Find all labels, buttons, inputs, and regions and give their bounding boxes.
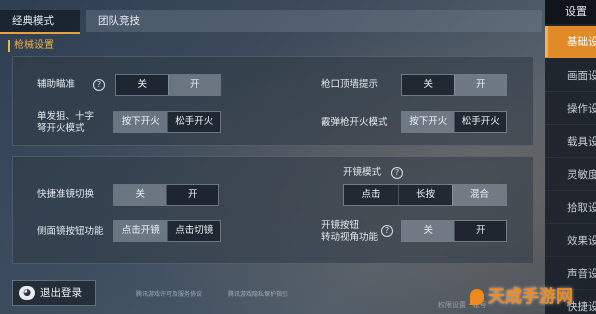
scope-mode-selector[interactable]: 点击 长按 混合: [343, 184, 507, 206]
single-fire-press[interactable]: 按下开火: [114, 112, 168, 132]
scope-switch-off[interactable]: 关: [114, 185, 167, 205]
sidebar-item-vehicle[interactable]: 载具设置: [545, 126, 596, 158]
aim-assist-label: 辅助瞄准: [37, 79, 76, 90]
aim-assist-off[interactable]: 关: [116, 75, 169, 95]
tab-team-deathmatch[interactable]: 团队竞技: [86, 10, 186, 32]
settings-sidebar: 设置 基础设置 画面设置 操作设置 载具设置 灵敏度 拾取设置 效果设置 声音设…: [545, 0, 596, 314]
scope-button-view-off[interactable]: 关: [402, 221, 455, 241]
scope-switch-label: 快捷准镜切换: [37, 189, 95, 200]
sidebar-item-sensitivity[interactable]: 灵敏度: [545, 159, 596, 191]
scope-mode-label: 开镜模式: [343, 167, 382, 178]
shotgun-fire-release[interactable]: 松手开火: [454, 112, 506, 132]
side-scope-toggle[interactable]: 点击开镜 点击切镜: [113, 220, 221, 242]
shotgun-fire-toggle[interactable]: 按下开火 松手开火: [401, 111, 507, 133]
scope-switch-on[interactable]: 开: [166, 185, 218, 205]
aim-assist-on[interactable]: 开: [168, 75, 220, 95]
muzzle-hint-label: 枪口顶墙提示: [321, 79, 379, 90]
scope-settings-panel: 开镜模式 ? 快捷准镜切换 关 开 点击 长按 混合 侧面镜按钮功能 点击开镜 …: [12, 156, 534, 264]
logout-label: 退出登录: [40, 287, 82, 299]
help-icon[interactable]: ?: [381, 225, 393, 237]
help-icon[interactable]: ?: [391, 167, 403, 179]
tab-classic-mode[interactable]: 经典模式: [0, 10, 80, 32]
scope-button-view-toggle[interactable]: 关 开: [401, 220, 507, 242]
sidebar-title: 设置: [545, 0, 596, 24]
muzzle-hint-off[interactable]: 关: [402, 75, 455, 95]
section-title-weapon-settings: 枪械设置: [8, 40, 54, 52]
shotgun-fire-press[interactable]: 按下开火: [402, 112, 455, 132]
settings-main-area: 经典模式 团队竞技 枪械设置 辅助瞄准 ? 关 开 枪口顶墙提示 关 开 单发狙…: [0, 0, 542, 314]
aim-assist-toggle[interactable]: 关 开: [115, 74, 221, 96]
sidebar-item-graphics[interactable]: 画面设置: [545, 60, 596, 92]
scope-switch-toggle[interactable]: 关 开: [113, 184, 219, 206]
sidebar-item-controls[interactable]: 操作设置: [545, 93, 596, 125]
scope-button-view-on[interactable]: 开: [454, 221, 506, 241]
weapon-settings-panel: 辅助瞄准 ? 关 开 枪口顶墙提示 关 开 单发狙、十字 弩开火模式 按下开火 …: [12, 56, 534, 146]
sidebar-item-effects[interactable]: 效果设置: [545, 225, 596, 257]
watermark-text: 天成手游网: [488, 287, 573, 307]
scope-mode-tap[interactable]: 点击: [344, 185, 398, 205]
active-tab-indicator: [0, 32, 80, 34]
footer-link-license[interactable]: 腾讯游戏许可及服务协议: [136, 289, 202, 298]
watermark-icon: [470, 289, 484, 305]
muzzle-hint-toggle[interactable]: 关 开: [401, 74, 507, 96]
side-scope-open[interactable]: 点击开镜: [114, 221, 168, 241]
side-scope-label: 侧面镜按钮功能: [37, 226, 104, 237]
logout-button[interactable]: ◕ 退出登录: [12, 280, 96, 306]
muzzle-hint-on[interactable]: 开: [454, 75, 506, 95]
scope-button-view-label: 开镜按钮 转动视角功能: [321, 220, 379, 243]
scope-mode-hold[interactable]: 长按: [398, 185, 452, 205]
single-fire-label: 单发狙、十字 弩开火模式: [37, 111, 95, 134]
footer-link-privacy[interactable]: 腾讯游戏隐私保护指引: [228, 289, 288, 298]
wechat-icon: ◕: [19, 286, 35, 300]
sidebar-item-pickup[interactable]: 拾取设置: [545, 192, 596, 224]
sidebar-item-basic[interactable]: 基础设置: [545, 26, 596, 58]
single-fire-toggle[interactable]: 按下开火 松手开火: [113, 111, 221, 133]
shotgun-fire-label: 霰弹枪开火模式: [321, 117, 388, 128]
single-fire-release[interactable]: 松手开火: [167, 112, 220, 132]
watermark-logo: 天成手游网: [470, 282, 596, 312]
help-icon[interactable]: ?: [93, 79, 105, 91]
scope-mode-mixed[interactable]: 混合: [452, 185, 506, 205]
side-scope-switch[interactable]: 点击切镜: [167, 221, 220, 241]
